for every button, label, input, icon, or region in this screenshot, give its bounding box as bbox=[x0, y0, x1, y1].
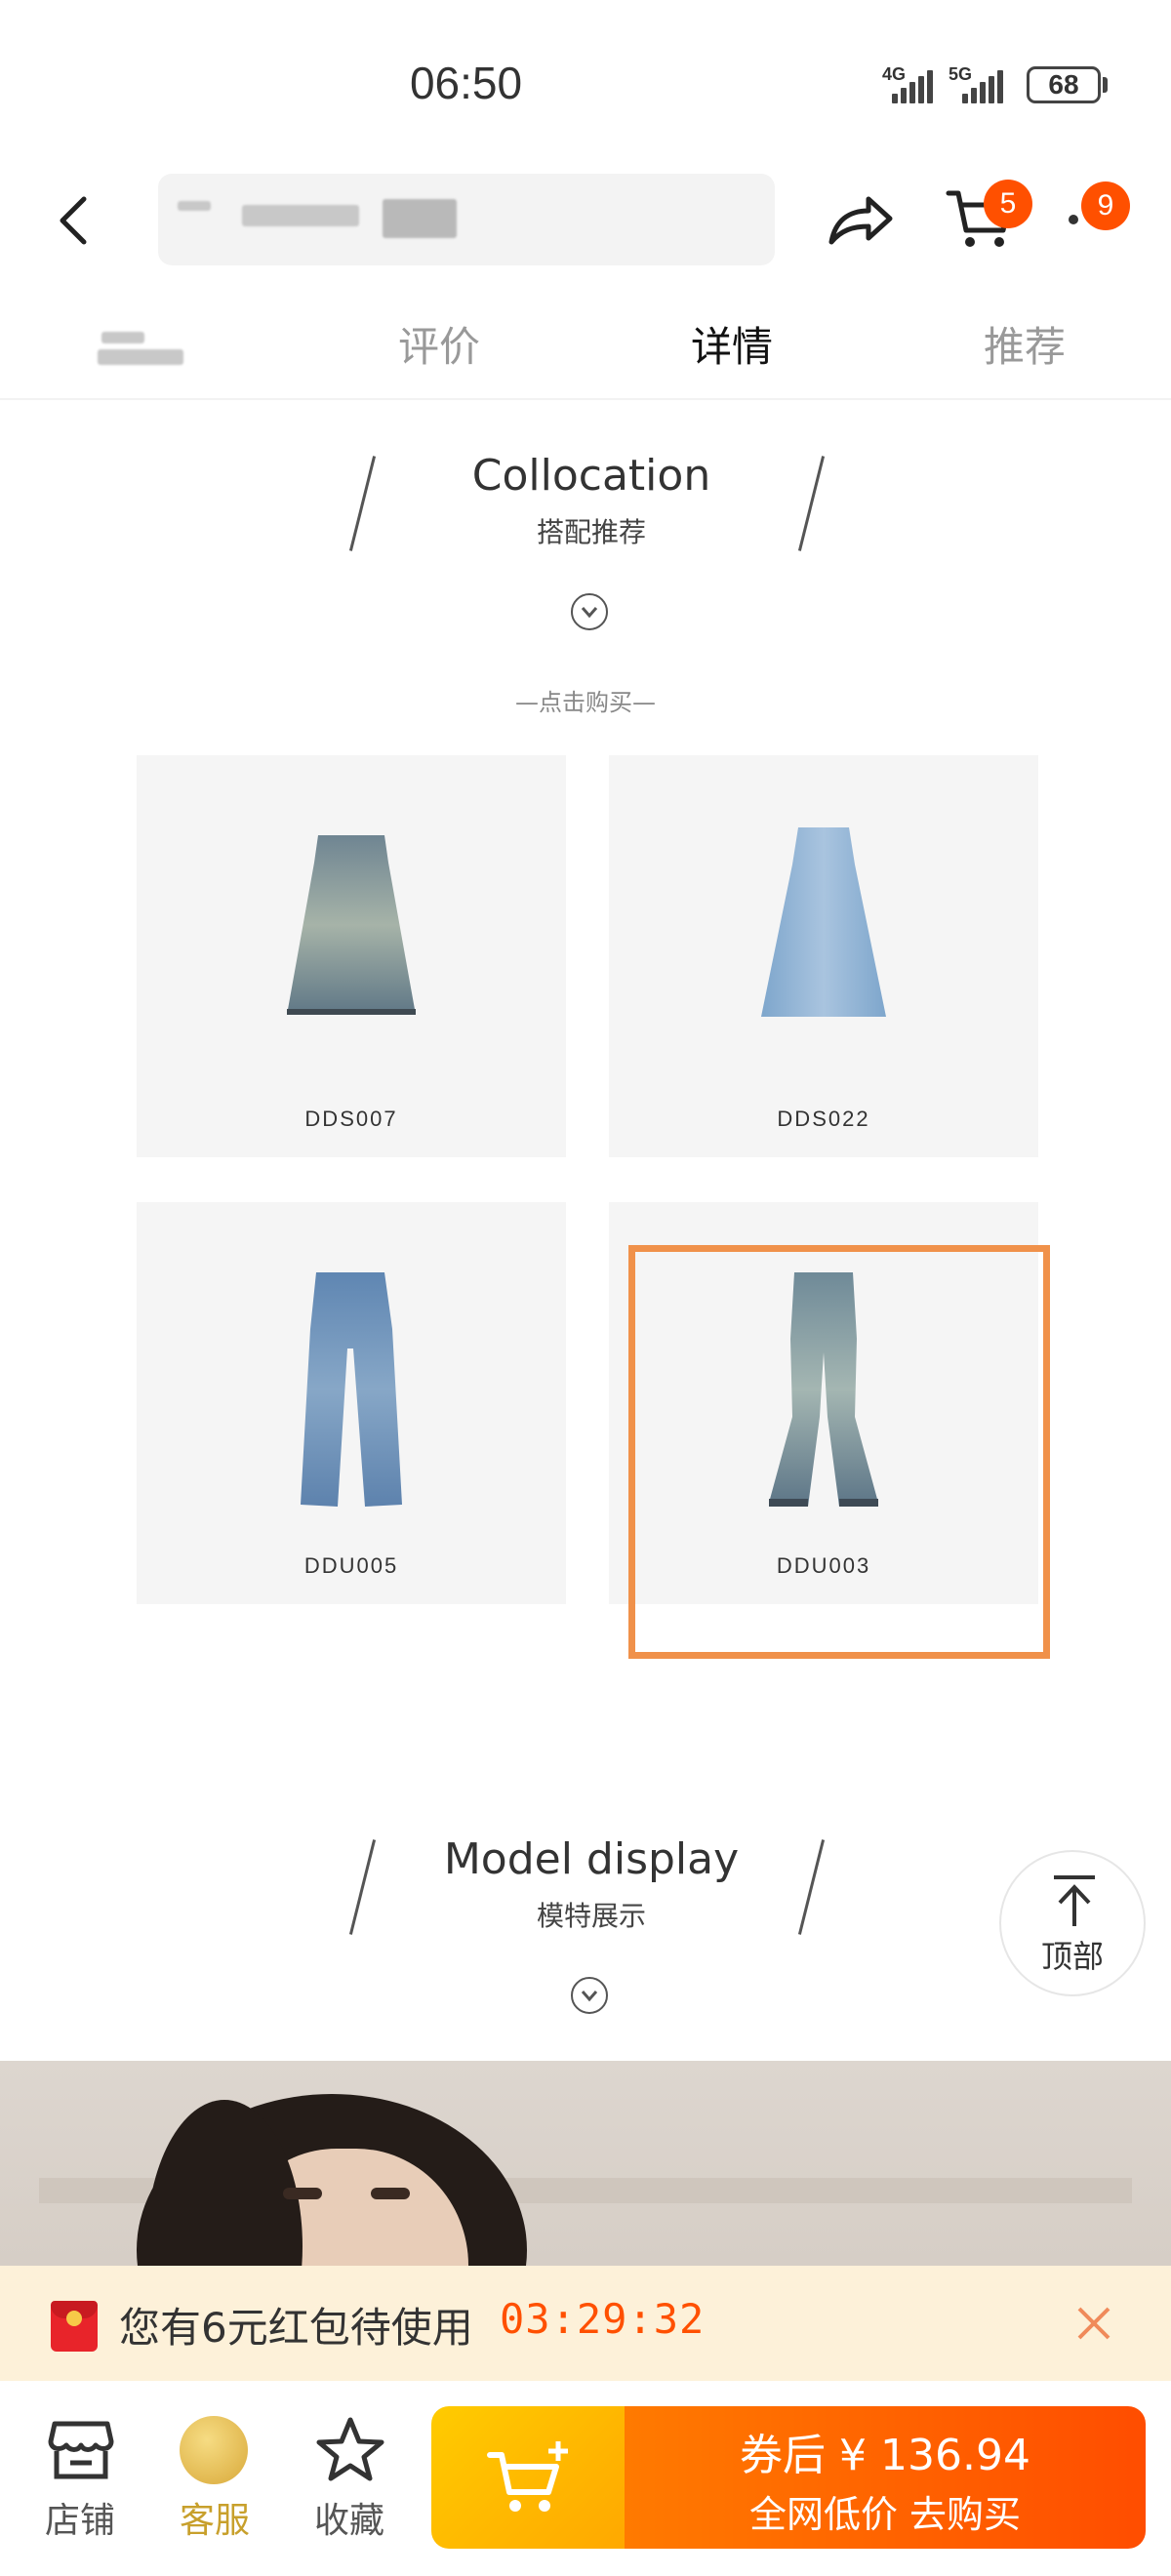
status-time: 06:50 bbox=[409, 58, 523, 108]
tab-details[interactable]: 详情 bbox=[634, 314, 829, 374]
denim-skirt-image bbox=[761, 827, 886, 1017]
tab-divider bbox=[0, 398, 1171, 400]
back-to-top-button[interactable]: 顶部 bbox=[999, 1850, 1146, 1996]
message-count-badge: 9 bbox=[1081, 181, 1130, 230]
arrow-up-icon bbox=[1054, 1875, 1095, 1926]
red-envelope-icon bbox=[51, 2301, 98, 2352]
search-input[interactable] bbox=[158, 174, 775, 265]
share-icon bbox=[828, 196, 893, 245]
battery-tip bbox=[1103, 77, 1108, 93]
product-card-ddu005[interactable]: DDU005 bbox=[137, 1202, 566, 1604]
model-display-title: Model display bbox=[443, 1834, 740, 1884]
coupon-text: 您有6元红包待使用 bbox=[119, 2304, 473, 2352]
share-button[interactable] bbox=[826, 187, 896, 250]
buy-now-label: 全网低价 去购买 bbox=[748, 2493, 1022, 2536]
more-menu-button[interactable] bbox=[1069, 215, 1078, 224]
star-icon bbox=[316, 2417, 384, 2481]
tab-recommend[interactable]: 推荐 bbox=[927, 314, 1122, 374]
product-code: DDS022 bbox=[777, 1107, 870, 1131]
model-display-subtitle: 模特展示 bbox=[536, 1900, 646, 1932]
collocation-subtitle: 搭配推荐 bbox=[536, 516, 646, 548]
buy-hint: —点击购买— bbox=[515, 689, 656, 716]
store-icon bbox=[48, 2421, 114, 2479]
denim-jeans-image bbox=[301, 1272, 402, 1507]
signal-4g-icon: 4G bbox=[882, 64, 941, 103]
model-photo bbox=[0, 2061, 1171, 2266]
service-label: 客服 bbox=[179, 2501, 250, 2541]
service-button[interactable]: 客服 bbox=[156, 2412, 273, 2549]
favorite-button[interactable]: 收藏 bbox=[291, 2412, 408, 2549]
tab-product[interactable] bbox=[98, 332, 185, 367]
product-code: DDU005 bbox=[303, 1553, 399, 1578]
product-code: DDS007 bbox=[304, 1107, 398, 1131]
favorite-label: 收藏 bbox=[313, 2501, 384, 2541]
product-card-dds007[interactable]: DDS007 bbox=[137, 755, 566, 1157]
chevron-left-icon bbox=[60, 196, 87, 245]
buy-now-button[interactable]: 券后 ¥ 136.94 全网低价 去购买 bbox=[625, 2406, 1146, 2549]
product-card-dds022[interactable]: DDS022 bbox=[609, 755, 1038, 1157]
chevron-down-icon bbox=[571, 1977, 608, 2014]
back-to-top-label: 顶部 bbox=[1040, 1938, 1104, 1975]
coupon-price: 券后 ¥ 136.94 bbox=[740, 2431, 1030, 2480]
add-cart-icon bbox=[487, 2441, 568, 2512]
denim-skirt-image bbox=[287, 835, 416, 1015]
back-button[interactable] bbox=[51, 191, 100, 250]
selection-highlight bbox=[628, 1245, 1050, 1659]
battery-icon: 68 bbox=[1027, 66, 1101, 103]
shop-button[interactable]: 店铺 bbox=[21, 2412, 139, 2549]
shop-label: 店铺 bbox=[44, 2501, 115, 2541]
service-mascot-icon bbox=[180, 2416, 248, 2484]
add-to-cart-button[interactable] bbox=[431, 2406, 625, 2549]
close-icon[interactable] bbox=[1075, 2305, 1112, 2342]
chevron-down-icon bbox=[571, 593, 608, 630]
cart-count-badge: 5 bbox=[984, 180, 1032, 228]
tab-reviews[interactable]: 评价 bbox=[342, 314, 537, 374]
coupon-countdown: 03:29:32 bbox=[500, 2295, 706, 2343]
signal-5g-icon: 5G bbox=[949, 64, 1017, 103]
collocation-title: Collocation bbox=[471, 451, 711, 501]
